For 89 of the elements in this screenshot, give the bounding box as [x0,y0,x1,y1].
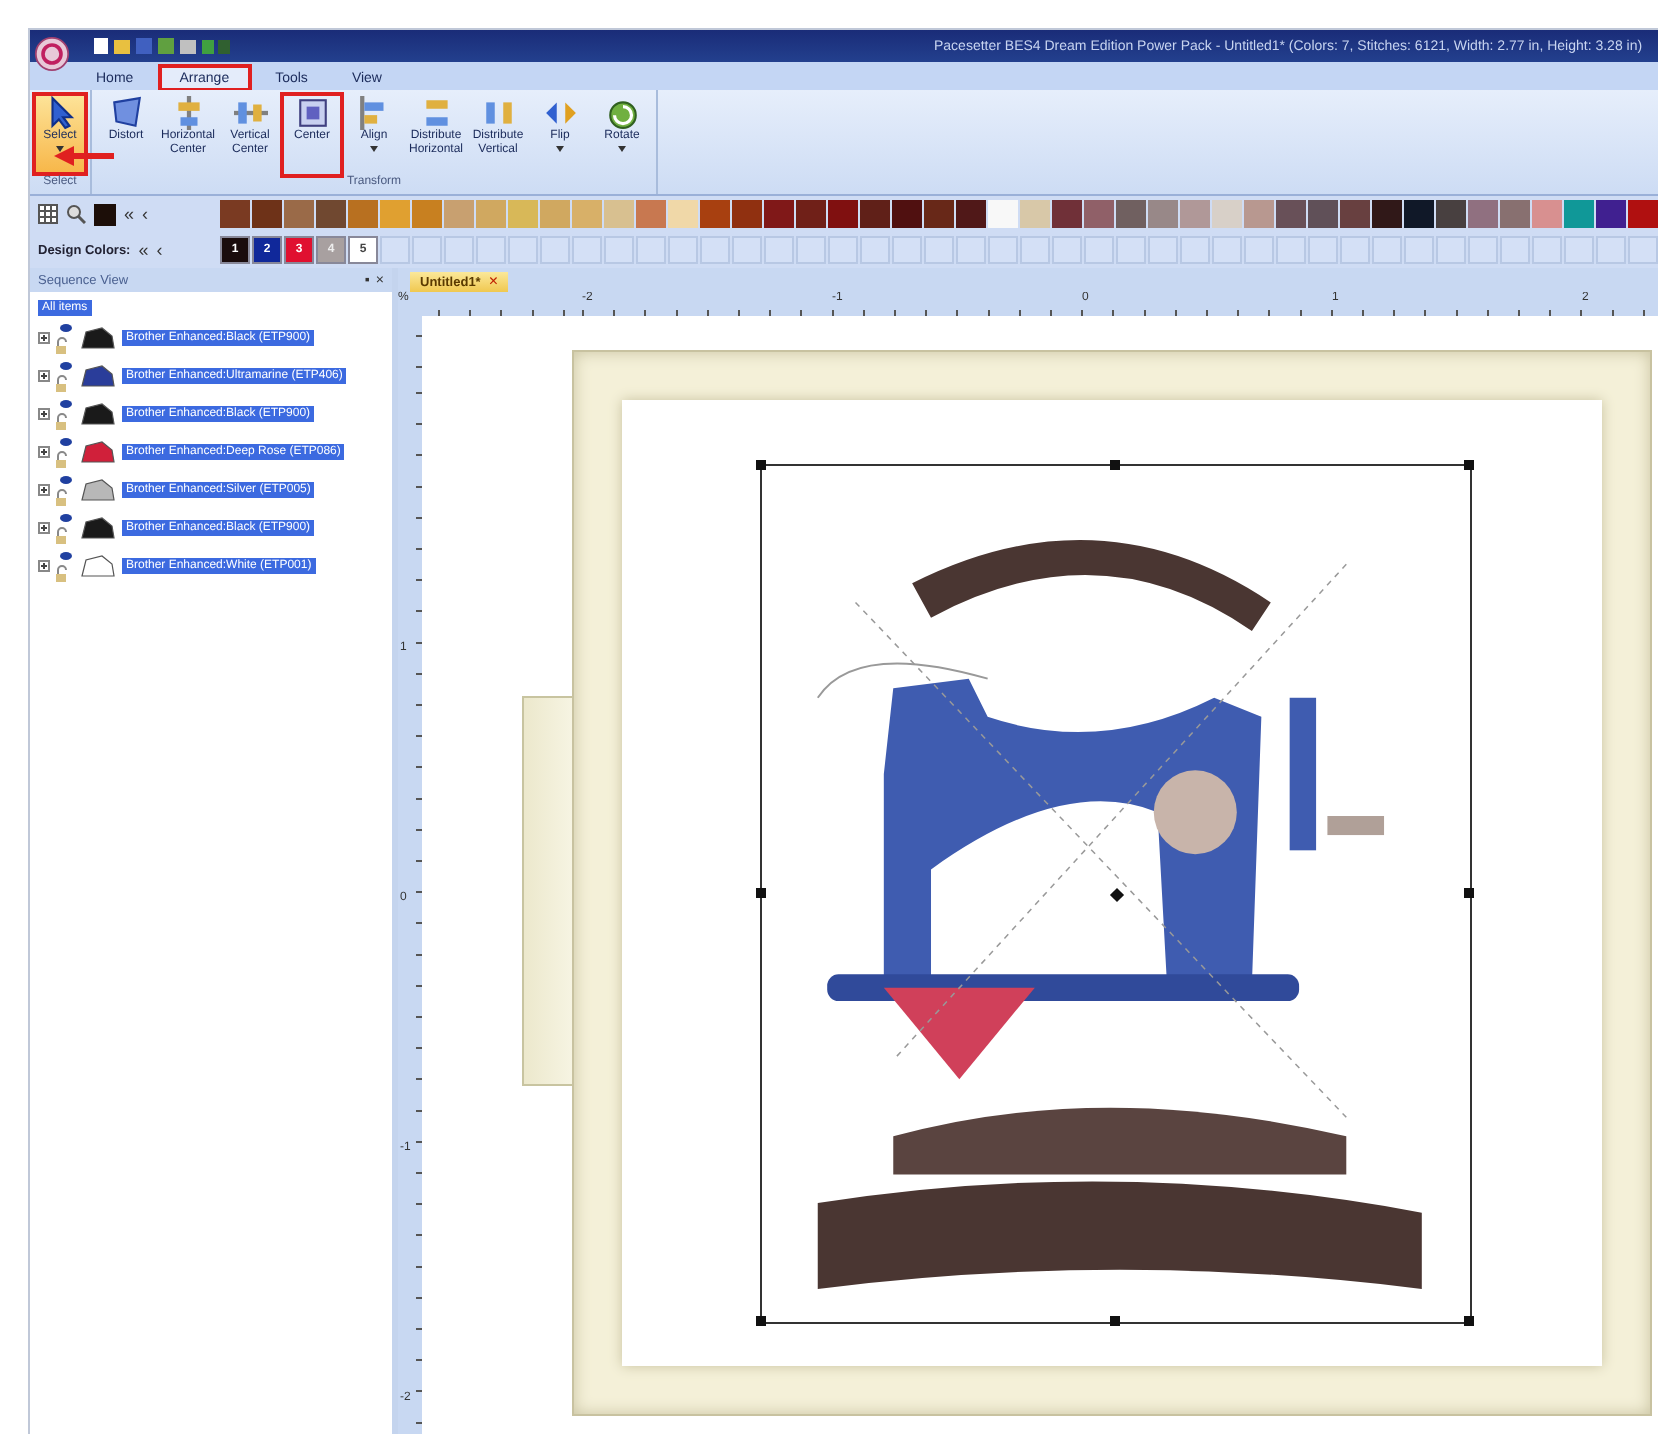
distort-icon [109,96,143,130]
visibility-lock-icon[interactable] [54,360,74,392]
visibility-lock-icon[interactable] [54,322,74,354]
center-icon [295,96,329,130]
color-swatch[interactable] [1180,200,1210,228]
color-swatch[interactable] [1276,200,1306,228]
search-icon[interactable] [66,204,86,224]
color-swatch[interactable] [1468,200,1498,228]
resize-handle[interactable] [756,888,766,898]
color-swatch[interactable] [252,200,282,228]
expand-icon[interactable] [38,446,50,458]
color-swatch[interactable] [572,200,602,228]
resize-handle[interactable] [1464,1316,1474,1326]
resize-handle[interactable] [756,1316,766,1326]
visibility-lock-icon[interactable] [54,398,74,430]
color-swatch[interactable] [220,200,250,228]
previous-button[interactable]: ‹ [142,205,149,223]
expand-icon[interactable] [38,560,50,572]
color-swatch[interactable] [988,200,1018,228]
rotate-icon [605,96,639,130]
color-swatch[interactable] [956,200,986,228]
thread-thumbnail-icon [78,514,118,542]
color-swatch[interactable] [1500,200,1530,228]
color-swatch[interactable] [828,200,858,228]
color-swatch[interactable] [636,200,666,228]
color-swatch[interactable] [1116,200,1146,228]
resize-handle[interactable] [1464,460,1474,470]
resize-handle[interactable] [1110,460,1120,470]
color-swatch[interactable] [1148,200,1178,228]
thread-thumbnail-icon [78,476,118,504]
color-swatch[interactable] [476,200,506,228]
color-swatch[interactable] [764,200,794,228]
expand-icon[interactable] [38,332,50,344]
color-swatch[interactable] [508,200,538,228]
color-swatch[interactable] [348,200,378,228]
thread-thumbnail-icon [78,324,118,352]
thread-thumbnail-icon [78,400,118,428]
resize-handle[interactable] [756,460,766,470]
color-swatch[interactable] [796,200,826,228]
visibility-lock-icon[interactable] [54,474,74,506]
first-button[interactable]: « [124,205,135,223]
vertical-center-icon [233,96,267,130]
resize-handle[interactable] [1464,888,1474,898]
expand-icon[interactable] [38,408,50,420]
thread-thumbnail-icon [78,552,118,580]
color-swatch[interactable] [924,200,954,228]
color-swatch[interactable] [1340,200,1370,228]
color-swatch[interactable] [668,200,698,228]
callout-arrow [54,146,114,166]
expand-icon[interactable] [38,484,50,496]
expand-icon[interactable] [38,370,50,382]
color-swatch[interactable] [1532,200,1562,228]
color-swatch[interactable] [1084,200,1114,228]
thread-thumbnail-icon [78,362,118,390]
color-swatch[interactable] [1212,200,1242,228]
color-swatch[interactable] [412,200,442,228]
color-swatch[interactable] [1628,200,1658,228]
visibility-lock-icon[interactable] [54,436,74,468]
color-swatch[interactable] [1596,200,1626,228]
distribute-vertical-icon [481,96,515,130]
color-swatch[interactable] [284,200,314,228]
current-color-swatch[interactable] [94,203,116,225]
close-button[interactable]: × [488,274,499,290]
color-swatch[interactable] [1404,200,1434,228]
first-button[interactable]: « [138,241,149,259]
grid-icon[interactable] [38,204,58,224]
previous-button[interactable]: ‹ [156,241,163,259]
visibility-lock-icon[interactable] [54,512,74,544]
color-swatch[interactable] [1372,200,1402,228]
color-swatch[interactable] [1436,200,1466,228]
visibility-lock-icon[interactable] [54,550,74,582]
expand-icon[interactable] [38,522,50,534]
color-swatch[interactable] [444,200,474,228]
color-swatch[interactable] [316,200,346,228]
color-swatch[interactable] [604,200,634,228]
resize-handle[interactable] [1110,1316,1120,1326]
color-swatch[interactable] [540,200,570,228]
color-swatch[interactable] [1052,200,1082,228]
thread-thumbnail-icon [78,438,118,466]
color-swatch[interactable] [732,200,762,228]
color-swatch[interactable] [380,200,410,228]
color-swatch[interactable] [700,200,730,228]
color-swatch[interactable] [1308,200,1338,228]
color-swatch[interactable] [860,200,890,228]
center-mark-icon [1109,887,1125,903]
color-swatch[interactable] [1020,200,1050,228]
color-swatch[interactable] [1244,200,1274,228]
color-swatch[interactable] [1564,200,1594,228]
color-swatch[interactable] [892,200,922,228]
